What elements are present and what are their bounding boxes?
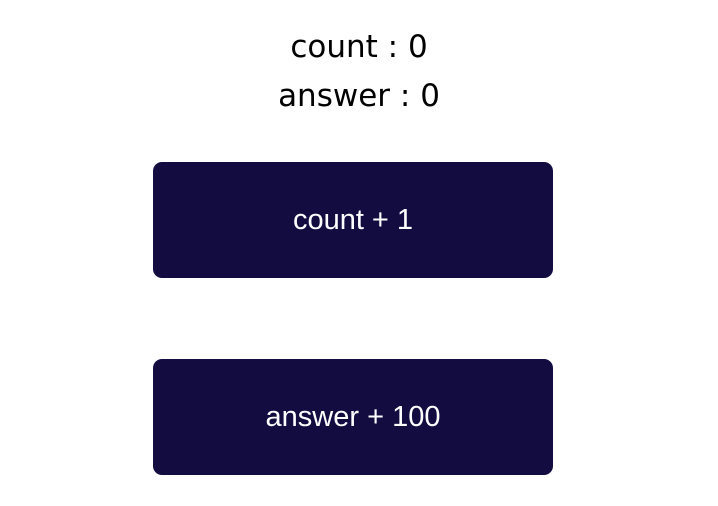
count-display: count : 0 xyxy=(0,27,718,67)
app-root: count : 0 answer : 0 count + 1 answer + … xyxy=(0,0,718,506)
answer-separator: : xyxy=(390,78,421,114)
count-label: count xyxy=(290,29,378,65)
answer-display: answer : 0 xyxy=(0,76,718,116)
answer-value: 0 xyxy=(420,78,440,114)
answer-label: answer xyxy=(278,78,391,114)
count-increment-button[interactable]: count + 1 xyxy=(153,162,553,278)
count-separator: : xyxy=(377,29,408,65)
answer-increment-button[interactable]: answer + 100 xyxy=(153,359,553,475)
count-value: 0 xyxy=(407,29,428,65)
